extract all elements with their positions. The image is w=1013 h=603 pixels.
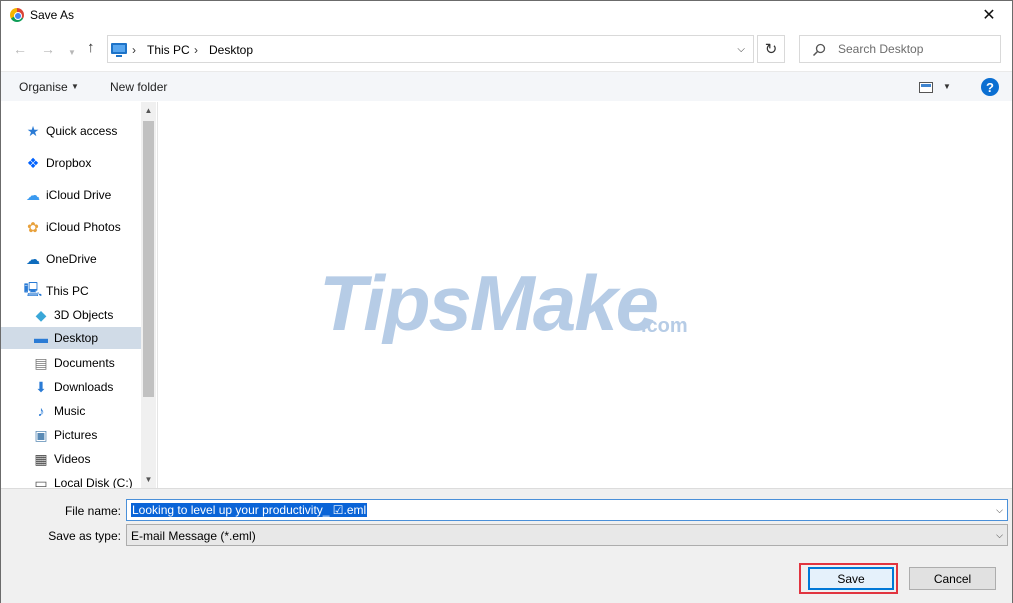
navigation-pane: ★ Quick access ❖ Dropbox ☁ iCloud Drive …	[1, 102, 157, 488]
search-icon	[812, 43, 826, 57]
sidebar-item-label: iCloud Photos	[46, 220, 121, 234]
video-icon: ▦	[34, 450, 48, 467]
recent-locations-dropdown-icon[interactable]: ▼	[68, 45, 76, 61]
music-icon: ♪	[37, 403, 45, 419]
sidebar-item-label: OneDrive	[46, 252, 97, 266]
save-as-dialog: Save As ✕ ← → ▼ ↑ › This PC › Desktop ⌵ …	[0, 0, 1013, 603]
save-options-panel: File name: Looking to level up your prod…	[1, 488, 1012, 603]
disk-icon: ▭	[34, 474, 48, 489]
breadcrumb-separator-icon: ›	[194, 43, 198, 57]
cancel-button[interactable]: Cancel	[909, 567, 996, 590]
sidebar-item-this-pc[interactable]: 🖳 This PC	[23, 280, 141, 302]
watermark-logo: TipsMake .com	[319, 259, 688, 344]
save-as-type-value: E-mail Message (*.eml)	[131, 529, 256, 543]
sidebar-item-label: This PC	[46, 284, 89, 298]
sidebar-item-label: Documents	[54, 356, 115, 370]
sidebar-item-videos[interactable]: ▦ Videos	[33, 448, 141, 470]
watermark-text: TipsMake	[319, 259, 658, 344]
sidebar-item-label: Videos	[54, 452, 91, 466]
view-options-icon[interactable]	[919, 82, 933, 93]
sidebar-item-icloud-drive[interactable]: ☁ iCloud Drive	[25, 184, 141, 206]
filename-label: File name:	[64, 504, 121, 518]
document-icon: ▤	[34, 354, 48, 371]
pc-icon: 🖳	[23, 281, 43, 297]
navigation-bar: ← → ▼ ↑ › This PC › Desktop ⌵ ↻	[1, 29, 1012, 69]
onedrive-icon: ☁	[26, 250, 40, 267]
up-arrow-icon[interactable]: ↑	[87, 40, 95, 56]
sidebar-item-3d-objects[interactable]: ◆ 3D Objects	[33, 304, 141, 326]
download-icon: ⬇	[35, 378, 47, 395]
sidebar-item-quick-access[interactable]: ★ Quick access	[25, 120, 141, 142]
refresh-button[interactable]: ↻	[757, 35, 785, 63]
picture-icon: ▣	[34, 426, 48, 443]
sidebar-item-label: Pictures	[54, 428, 98, 442]
dropbox-icon: ❖	[26, 154, 40, 171]
caret-down-icon[interactable]: ▼	[71, 82, 79, 91]
sidebar-item-label: Quick access	[46, 124, 118, 138]
this-pc-icon	[111, 43, 127, 57]
photos-icon: ✿	[27, 218, 39, 235]
sidebar-item-label: 3D Objects	[54, 308, 114, 322]
organise-button[interactable]: Organise	[19, 80, 68, 94]
sidebar-item-label: iCloud Drive	[46, 188, 112, 202]
sidebar-item-label: Dropbox	[46, 156, 92, 170]
sidebar-item-onedrive[interactable]: ☁ OneDrive	[25, 248, 141, 270]
icloud-icon: ☁	[26, 186, 40, 203]
forward-arrow-icon[interactable]: →	[41, 41, 55, 57]
help-button[interactable]: ?	[981, 78, 999, 96]
chevron-down-icon[interactable]: ⌵	[996, 530, 1003, 541]
breadcrumb-separator-icon: ›	[132, 43, 136, 57]
title-bar: Save As ✕	[1, 1, 1012, 29]
caret-down-icon[interactable]: ▼	[943, 82, 951, 91]
filename-value[interactable]: Looking to level up your productivity_ ☑…	[131, 503, 368, 517]
back-arrow-icon[interactable]: ←	[13, 41, 27, 57]
sidebar-item-local-disk[interactable]: ▭ Local Disk (C:)	[33, 472, 141, 489]
chevron-down-icon[interactable]: ⌵	[996, 505, 1003, 516]
sidebar-item-dropbox[interactable]: ❖ Dropbox	[25, 152, 141, 174]
breadcrumb-desktop[interactable]: Desktop	[209, 43, 253, 57]
star-icon: ★	[26, 122, 40, 139]
window-title: Save As	[30, 8, 75, 22]
sidebar-item-music[interactable]: ♪ Music	[33, 400, 141, 422]
sidebar-item-pictures[interactable]: ▣ Pictures	[33, 424, 141, 446]
sidebar-item-downloads[interactable]: ⬇ Downloads	[33, 376, 141, 398]
scroll-up-icon[interactable]: ▲	[141, 102, 156, 119]
scroll-down-icon[interactable]: ▼	[141, 471, 156, 488]
navigation-pane-scrollbar[interactable]: ▲ ▼	[141, 102, 156, 488]
scrollbar-thumb[interactable]	[143, 121, 154, 397]
breadcrumb-this-pc[interactable]: This PC	[147, 43, 190, 57]
watermark-suffix: .com	[641, 315, 688, 337]
sidebar-item-label: Downloads	[54, 380, 114, 394]
save-as-type-select[interactable]: E-mail Message (*.eml) ⌵	[126, 524, 1008, 546]
new-folder-button[interactable]: New folder	[110, 80, 167, 94]
close-button[interactable]: ✕	[966, 1, 1012, 29]
sidebar-item-label: Desktop	[54, 331, 99, 345]
filename-field[interactable]: Looking to level up your productivity_ ☑…	[126, 499, 1008, 521]
sidebar-item-icloud-photos[interactable]: ✿ iCloud Photos	[25, 216, 141, 238]
save-as-type-label: Save as type:	[48, 529, 121, 543]
sidebar-item-label: Music	[54, 404, 86, 418]
search-box[interactable]	[799, 35, 1001, 63]
sidebar-item-label: Local Disk (C:)	[54, 476, 133, 488]
desktop-icon: ▬	[34, 330, 48, 346]
save-button[interactable]: Save	[808, 567, 894, 590]
command-bar: Organise ▼ New folder ▼ ?	[1, 71, 1012, 101]
sidebar-item-desktop[interactable]: ▬ Desktop	[1, 327, 141, 349]
address-bar[interactable]: › This PC › Desktop ⌵	[107, 35, 754, 63]
chrome-icon	[10, 8, 24, 22]
chevron-down-icon[interactable]: ⌵	[737, 44, 745, 55]
sidebar-item-documents[interactable]: ▤ Documents	[33, 352, 141, 374]
cube-icon: ◆	[35, 306, 47, 323]
search-input[interactable]	[838, 40, 996, 58]
